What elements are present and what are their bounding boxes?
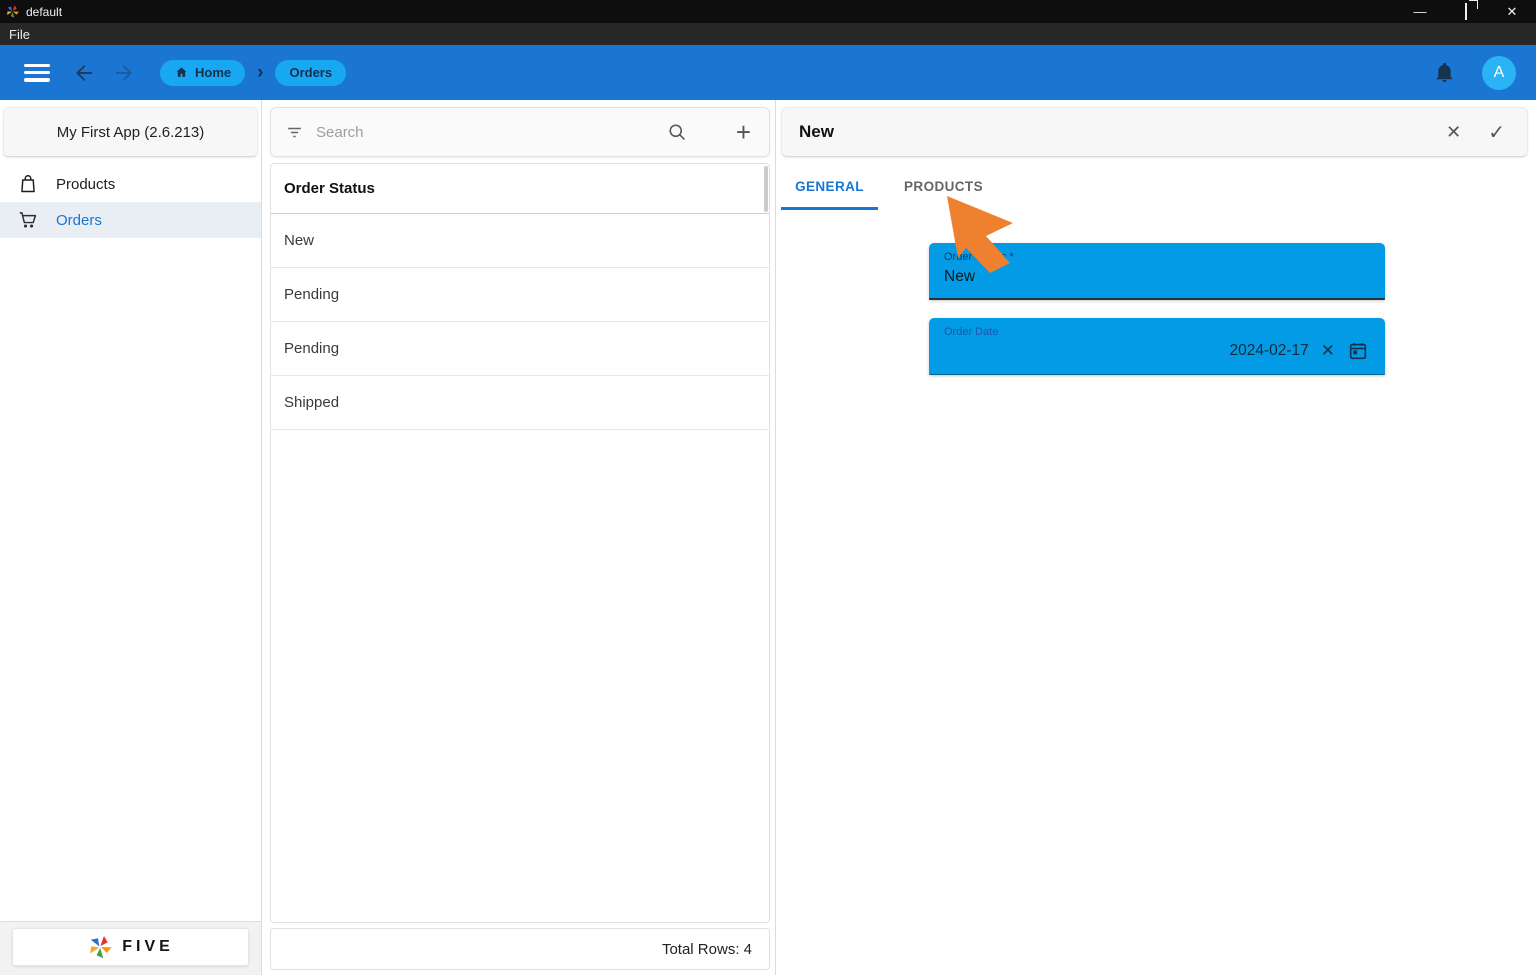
detail-panel: New ✕ ✓ GENERAL PRODUCTS Order Status * … <box>776 100 1536 975</box>
appbar: Home › Orders A <box>0 45 1536 100</box>
avatar-initial: A <box>1494 64 1505 82</box>
sidebar-item-orders[interactable]: Orders <box>0 202 261 238</box>
shopping-bag-icon <box>17 173 39 195</box>
save-check-icon[interactable]: ✓ <box>1488 120 1505 145</box>
sidebar-item-label: Orders <box>56 212 102 229</box>
home-icon <box>174 65 189 80</box>
avatar[interactable]: A <box>1482 56 1516 90</box>
five-logo-icon <box>5 4 20 19</box>
detail-tabs: GENERAL PRODUCTS <box>776 162 1536 210</box>
forward-arrow-icon[interactable] <box>112 61 136 85</box>
menu-file[interactable]: File <box>9 27 30 42</box>
list-item[interactable]: Pending <box>271 322 769 376</box>
shopping-cart-icon <box>17 209 39 231</box>
total-rows-label: Total Rows: 4 <box>662 941 752 958</box>
sidebar-item-label: Products <box>56 176 115 193</box>
search-input[interactable] <box>316 124 667 141</box>
breadcrumb-home-chip[interactable]: Home <box>160 60 245 86</box>
order-date-label: Order Date <box>944 326 1371 338</box>
order-date-field[interactable]: Order Date 2024-02-17 ✕ <box>929 318 1385 375</box>
window-title: default <box>26 5 62 19</box>
calendar-icon[interactable] <box>1347 340 1369 362</box>
breadcrumb-home-label: Home <box>195 65 231 80</box>
app-title: My First App (2.6.213) <box>57 124 205 141</box>
breadcrumb-orders-chip[interactable]: Orders <box>275 60 346 86</box>
tab-products[interactable]: PRODUCTS <box>895 162 992 210</box>
five-logo-icon <box>87 934 113 960</box>
sidebar-footer: FIVE <box>0 921 261 975</box>
order-date-value: 2024-02-17 <box>1229 342 1308 360</box>
order-status-field[interactable]: Order Status * New <box>929 243 1385 300</box>
menubar: File <box>0 23 1536 45</box>
sidebar-item-products[interactable]: Products <box>0 166 261 202</box>
detail-header: New ✕ ✓ <box>781 107 1528 157</box>
order-status-value: New <box>944 268 1371 286</box>
search-icon[interactable] <box>667 122 688 143</box>
breadcrumb-orders-label: Orders <box>289 65 332 80</box>
app-title-card: My First App (2.6.213) <box>3 107 258 157</box>
clear-date-icon[interactable]: ✕ <box>1321 342 1335 360</box>
records-list: Order Status New Pending Pending Shipped <box>270 163 770 923</box>
minimize-icon[interactable]: — <box>1412 4 1428 19</box>
titlebar: default — ✕ <box>0 0 1536 23</box>
list-panel: + Order Status New Pending Pending Shipp… <box>262 100 776 975</box>
detail-title: New <box>799 122 834 142</box>
scrollbar[interactable] <box>764 166 768 212</box>
main-content: My First App (2.6.213) Products <box>0 100 1536 975</box>
list-footer: Total Rows: 4 <box>270 928 770 970</box>
restore-icon[interactable] <box>1458 4 1474 19</box>
five-brand-card: FIVE <box>12 928 249 966</box>
five-wordmark: FIVE <box>122 938 174 956</box>
app-window: default — ✕ File Home › Or <box>0 0 1536 975</box>
list-item[interactable]: New <box>271 214 769 268</box>
search-bar: + <box>270 107 770 157</box>
tab-general[interactable]: GENERAL <box>781 162 878 210</box>
sidebar: My First App (2.6.213) Products <box>0 100 262 975</box>
cancel-icon[interactable]: ✕ <box>1446 122 1461 143</box>
breadcrumb: Home › Orders <box>160 60 346 86</box>
order-status-label: Order Status * <box>944 251 1371 263</box>
list-item[interactable]: Pending <box>271 268 769 322</box>
sidebar-nav: Products Orders <box>0 166 261 238</box>
close-window-icon[interactable]: ✕ <box>1504 4 1520 20</box>
chevron-right-icon: › <box>253 63 267 83</box>
list-item[interactable]: Shipped <box>271 376 769 430</box>
hamburger-menu-icon[interactable] <box>24 64 50 82</box>
detail-form: Order Status * New Order Date 2024-02-17… <box>929 243 1385 375</box>
column-header-label: Order Status <box>284 180 375 197</box>
add-record-icon[interactable]: + <box>736 122 751 142</box>
notification-bell-icon[interactable] <box>1433 61 1456 84</box>
column-header[interactable]: Order Status <box>271 164 769 214</box>
filter-icon[interactable] <box>285 123 304 142</box>
back-arrow-icon[interactable] <box>72 61 96 85</box>
